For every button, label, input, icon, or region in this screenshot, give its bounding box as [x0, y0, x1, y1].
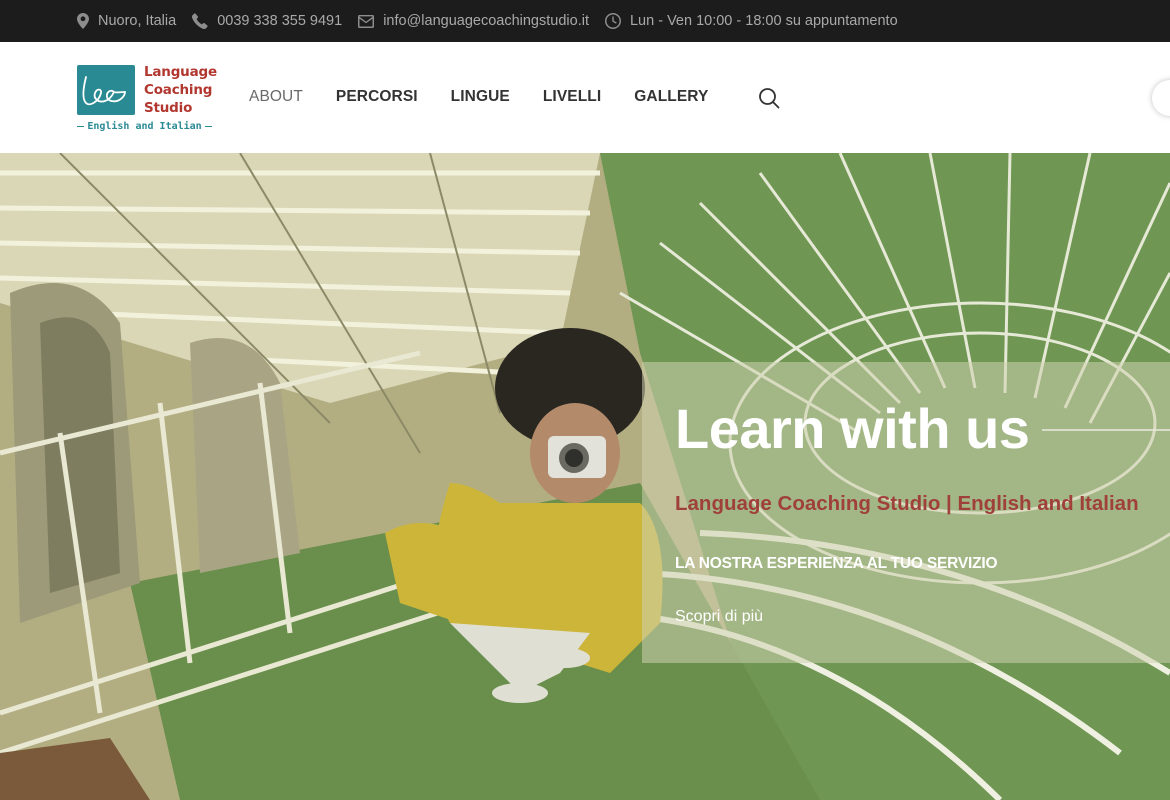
hero-caption-box: Learn with us Language Coaching Studio |…: [642, 362, 1170, 663]
location-text: Nuoro, Italia: [98, 13, 177, 29]
nav-item-percorsi[interactable]: PERCORSI: [336, 88, 418, 106]
hero-banner: Learn with us Language Coaching Studio |…: [0, 153, 1170, 800]
logo-wordmark: Language Coaching Studio: [144, 63, 217, 117]
logo-divider-right: [204, 125, 213, 127]
phone-info[interactable]: 0039 338 355 9491: [192, 13, 342, 29]
logo-tagline-text: English and Italian: [87, 120, 202, 132]
search-button[interactable]: [758, 87, 780, 109]
hero-title: Learn with us: [675, 397, 1030, 460]
phone-icon: [192, 13, 208, 29]
hero-subtitle: Language Coaching Studio | English and I…: [675, 492, 1139, 515]
nav-item-gallery[interactable]: GALLERY: [634, 88, 708, 106]
side-panel-toggle[interactable]: [1152, 80, 1170, 116]
site-header: Language Coaching Studio English and Ita…: [0, 42, 1170, 153]
nav-item-livelli[interactable]: LIVELLI: [543, 88, 601, 106]
top-info-bar: Nuoro, Italia 0039 338 355 9491 info@lan…: [0, 0, 1170, 42]
discover-more-link[interactable]: Scopri di più: [675, 608, 763, 626]
hours-info: Lun - Ven 10:00 - 18:00 su appuntamento: [604, 13, 898, 29]
logo-line-1: Language: [144, 64, 217, 80]
site-logo[interactable]: Language Coaching Studio English and Ita…: [77, 63, 217, 133]
clock-icon: [604, 13, 621, 29]
logo-tagline: English and Italian: [77, 119, 213, 133]
nav-item-about[interactable]: ABOUT: [249, 88, 303, 106]
hours-text: Lun - Ven 10:00 - 18:00 su appuntamento: [629, 13, 898, 29]
location-info: Nuoro, Italia: [77, 13, 176, 29]
logo-mark: [77, 65, 135, 115]
email-text[interactable]: info@languagecoachingstudio.it: [383, 13, 589, 29]
logo-divider-left: [77, 125, 85, 127]
map-marker-icon: [77, 13, 89, 29]
main-nav: ABOUT PERCORSI LINGUE LIVELLI GALLERY: [249, 88, 741, 106]
logo-line-3: Studio: [144, 100, 193, 116]
logo-monogram-icon: [82, 76, 126, 106]
logo-line-2: Coaching: [144, 82, 213, 98]
hero-tagline: LA NOSTRA ESPERIENZA AL TUO SERVIZIO: [675, 555, 998, 572]
hero-title-divider: [1042, 429, 1170, 431]
nav-item-lingue[interactable]: LINGUE: [451, 88, 510, 106]
envelope-icon: [358, 14, 375, 28]
phone-text[interactable]: 0039 338 355 9491: [217, 13, 342, 29]
email-info[interactable]: info@languagecoachingstudio.it: [358, 13, 589, 29]
search-icon: [759, 88, 780, 109]
